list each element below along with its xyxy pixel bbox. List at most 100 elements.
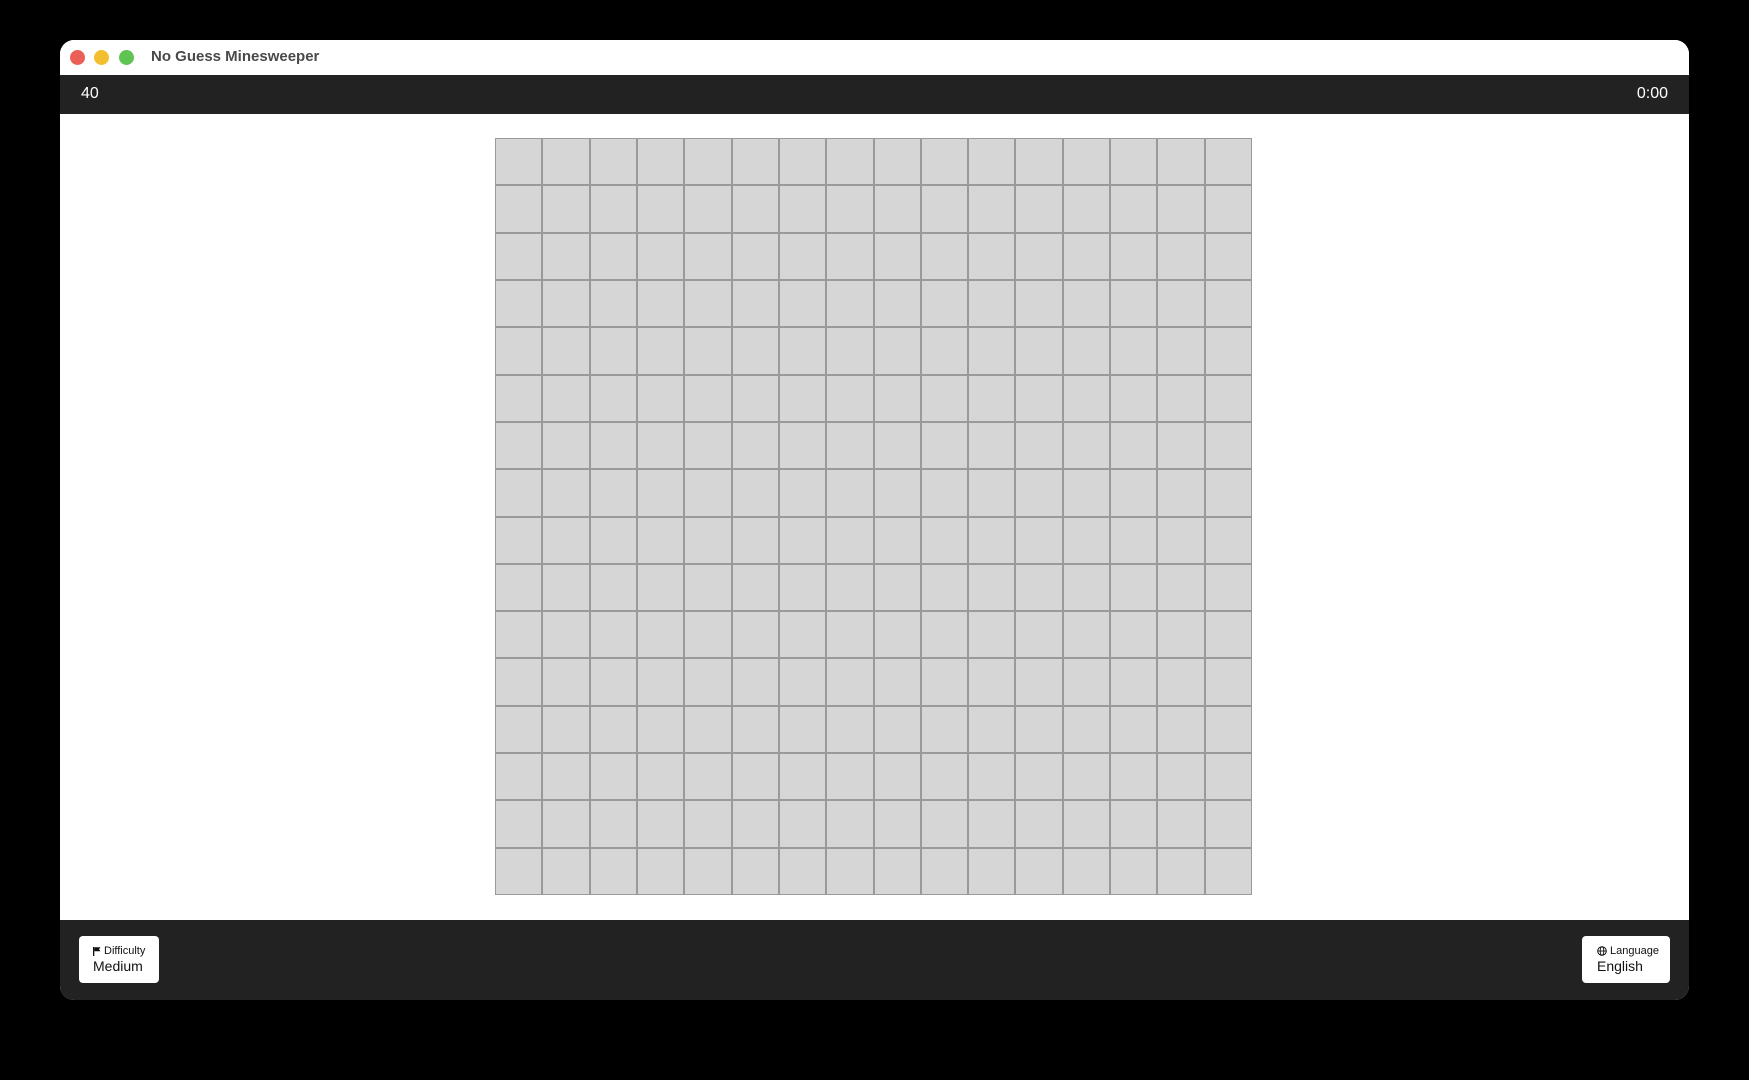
board-cell[interactable] — [685, 422, 731, 469]
board-cell[interactable] — [496, 517, 542, 563]
board-cell[interactable] — [779, 612, 826, 658]
board-cell[interactable] — [921, 422, 968, 469]
board-cell[interactable] — [827, 612, 873, 658]
board-cell[interactable] — [969, 422, 1015, 469]
board-cell[interactable] — [1111, 848, 1157, 894]
board-cell[interactable] — [543, 706, 589, 753]
board-cell[interactable] — [1205, 564, 1251, 611]
board-cell[interactable] — [874, 848, 920, 894]
board-cell[interactable] — [1063, 564, 1110, 611]
board-cell[interactable] — [1205, 848, 1251, 894]
board-cell[interactable] — [732, 280, 778, 327]
board-cell[interactable] — [543, 280, 589, 327]
board-cell[interactable] — [1111, 517, 1157, 563]
board-cell[interactable] — [1111, 564, 1157, 611]
board-cell[interactable] — [874, 564, 920, 611]
board-cell[interactable] — [827, 280, 873, 327]
board-cell[interactable] — [969, 659, 1015, 705]
board-cell[interactable] — [969, 470, 1015, 516]
board-cell[interactable] — [685, 328, 731, 374]
board-cell[interactable] — [1158, 280, 1204, 327]
board-cell[interactable] — [921, 139, 968, 185]
board-cell[interactable] — [1111, 233, 1157, 279]
board-cell[interactable] — [543, 517, 589, 563]
board-cell[interactable] — [1016, 612, 1062, 658]
board-cell[interactable] — [921, 470, 968, 516]
board-cell[interactable] — [685, 517, 731, 563]
board-cell[interactable] — [1111, 328, 1157, 374]
board-cell[interactable] — [921, 186, 968, 232]
board-cell[interactable] — [1205, 659, 1251, 705]
board-cell[interactable] — [779, 233, 826, 279]
board-cell[interactable] — [969, 233, 1015, 279]
board-cell[interactable] — [590, 659, 636, 705]
board-cell[interactable] — [637, 754, 684, 800]
board-cell[interactable] — [1111, 801, 1157, 847]
board-cell[interactable] — [685, 801, 731, 847]
board-cell[interactable] — [496, 280, 542, 327]
maximize-window-button[interactable] — [119, 50, 134, 65]
board-cell[interactable] — [827, 139, 873, 185]
board-cell[interactable] — [1111, 139, 1157, 185]
board-cell[interactable] — [732, 422, 778, 469]
board-cell[interactable] — [1205, 280, 1251, 327]
board-cell[interactable] — [732, 517, 778, 563]
board-cell[interactable] — [685, 564, 731, 611]
board-cell[interactable] — [874, 801, 920, 847]
board-cell[interactable] — [543, 564, 589, 611]
board-cell[interactable] — [543, 233, 589, 279]
board-cell[interactable] — [779, 280, 826, 327]
board-cell[interactable] — [779, 470, 826, 516]
board-cell[interactable] — [732, 233, 778, 279]
board-cell[interactable] — [543, 754, 589, 800]
board-cell[interactable] — [543, 422, 589, 469]
board-cell[interactable] — [827, 848, 873, 894]
board-cell[interactable] — [1063, 139, 1110, 185]
board-cell[interactable] — [969, 612, 1015, 658]
board-cell[interactable] — [969, 328, 1015, 374]
board-cell[interactable] — [1158, 470, 1204, 516]
board-cell[interactable] — [1205, 328, 1251, 374]
board-cell[interactable] — [496, 848, 542, 894]
board-cell[interactable] — [969, 848, 1015, 894]
board-cell[interactable] — [779, 848, 826, 894]
board-cell[interactable] — [1063, 470, 1110, 516]
board-cell[interactable] — [590, 470, 636, 516]
board-cell[interactable] — [1063, 754, 1110, 800]
board-cell[interactable] — [590, 280, 636, 327]
board-cell[interactable] — [496, 328, 542, 374]
board-cell[interactable] — [1205, 422, 1251, 469]
board-cell[interactable] — [827, 375, 873, 421]
board-cell[interactable] — [1063, 186, 1110, 232]
board-cell[interactable] — [874, 612, 920, 658]
board-cell[interactable] — [874, 375, 920, 421]
board-cell[interactable] — [921, 659, 968, 705]
board-cell[interactable] — [827, 470, 873, 516]
board-cell[interactable] — [685, 186, 731, 232]
board-cell[interactable] — [1158, 564, 1204, 611]
board-cell[interactable] — [1063, 422, 1110, 469]
board-cell[interactable] — [779, 706, 826, 753]
board-cell[interactable] — [874, 659, 920, 705]
board-cell[interactable] — [1205, 233, 1251, 279]
board-cell[interactable] — [685, 233, 731, 279]
board-cell[interactable] — [1111, 754, 1157, 800]
board-cell[interactable] — [1111, 186, 1157, 232]
board-cell[interactable] — [1111, 375, 1157, 421]
board-cell[interactable] — [543, 470, 589, 516]
board-cell[interactable] — [685, 139, 731, 185]
board-cell[interactable] — [921, 328, 968, 374]
board-cell[interactable] — [874, 706, 920, 753]
board-cell[interactable] — [496, 659, 542, 705]
board-cell[interactable] — [779, 754, 826, 800]
board-cell[interactable] — [969, 139, 1015, 185]
board-cell[interactable] — [779, 422, 826, 469]
board-cell[interactable] — [1063, 375, 1110, 421]
board-cell[interactable] — [496, 422, 542, 469]
board-cell[interactable] — [1205, 186, 1251, 232]
board-cell[interactable] — [827, 328, 873, 374]
board-cell[interactable] — [637, 139, 684, 185]
board-cell[interactable] — [637, 517, 684, 563]
board-cell[interactable] — [779, 139, 826, 185]
board-cell[interactable] — [1063, 848, 1110, 894]
